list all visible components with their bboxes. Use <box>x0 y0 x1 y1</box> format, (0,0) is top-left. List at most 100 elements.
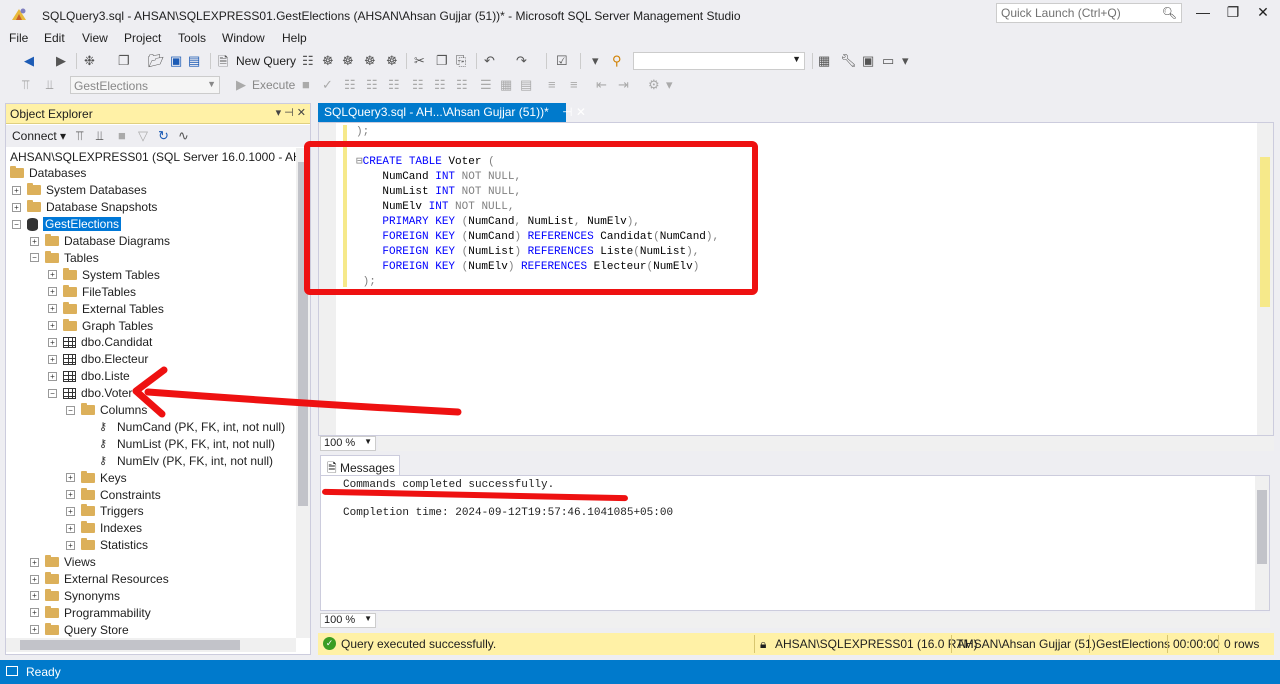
tree-item[interactable]: + Synonyms <box>30 587 120 604</box>
messages-horizontal-scrollbar[interactable] <box>378 613 1270 628</box>
new-project-icon[interactable]: ❉ <box>84 53 95 69</box>
object-explorer-horizontal-scrollbar[interactable] <box>6 638 296 652</box>
expand-icon[interactable]: + <box>48 321 57 330</box>
cancel-query-icon[interactable]: ■ <box>302 77 310 92</box>
comment-icon[interactable]: ≡ <box>548 77 556 92</box>
menu-tools[interactable]: Tools <box>178 31 206 45</box>
estimated-plan-icon[interactable]: ☷ <box>344 77 356 93</box>
results-to-text-icon[interactable]: ☰ <box>480 77 492 93</box>
execute-icon[interactable]: ▶ <box>236 77 246 93</box>
tree-item[interactable]: AHSAN\SQLEXPRESS01 (SQL Server 16.0.1000… <box>10 148 296 165</box>
tree-item[interactable]: + External Tables <box>48 300 164 317</box>
tree-item[interactable]: ⚷ NumElv (PK, FK, int, not null) <box>84 452 273 469</box>
toolbar-options-icon[interactable]: ▾ <box>902 53 909 69</box>
back-icon[interactable]: ◀ <box>24 53 34 69</box>
collapse-icon[interactable]: − <box>48 388 57 398</box>
tree-item[interactable]: − dbo.Voter <box>48 385 132 402</box>
dax-query-icon[interactable]: ☸ <box>386 53 398 69</box>
expand-icon[interactable]: + <box>30 608 39 618</box>
restore-button[interactable]: ❐ <box>1218 4 1248 24</box>
redo-icon[interactable]: ↷ <box>516 53 527 69</box>
save-icon[interactable]: ▣ <box>170 53 182 69</box>
tree-item[interactable]: + Programmability <box>30 604 151 621</box>
disconnect-plug-icon[interactable]: ⫫ <box>96 128 103 144</box>
intellisense-icon[interactable]: ☷ <box>388 77 400 93</box>
stop-icon[interactable]: ■ <box>118 128 126 143</box>
live-stats-icon[interactable]: ☷ <box>434 77 446 93</box>
connect-plug-icon[interactable]: ⫪ <box>76 128 83 144</box>
expand-icon[interactable]: + <box>30 591 39 601</box>
menu-file[interactable]: File <box>9 31 28 45</box>
client-stats-icon[interactable]: ☷ <box>456 77 468 93</box>
solution-explorer-icon[interactable]: ▦ <box>818 53 830 69</box>
expand-icon[interactable]: + <box>48 337 57 347</box>
panel-controls[interactable]: ▾ ⊣ ✕ <box>276 106 306 119</box>
tree-item[interactable]: − Tables <box>30 249 99 266</box>
mdx-query-icon[interactable]: ☸ <box>322 53 334 69</box>
command-window-icon[interactable]: ▭ <box>882 53 894 69</box>
tree-item[interactable]: + Triggers <box>66 503 144 520</box>
tree-item[interactable]: + Constraints <box>66 486 161 503</box>
expand-icon[interactable]: + <box>66 490 75 499</box>
expand-icon[interactable]: + <box>66 523 75 533</box>
collapse-icon[interactable]: − <box>30 253 39 263</box>
new-query-button[interactable]: New Query <box>236 54 296 68</box>
collapse-icon[interactable]: − <box>66 405 75 415</box>
uncomment-icon[interactable]: ≡ <box>570 77 578 92</box>
tree-item[interactable]: + FileTables <box>48 283 136 300</box>
actual-plan-icon[interactable]: ☷ <box>412 77 424 93</box>
quick-launch-input[interactable]: Quick Launch (Ctrl+Q) 🔍︎ <box>996 3 1182 23</box>
properties-icon[interactable]: 🔧︎ <box>840 53 857 69</box>
undo-icon[interactable]: ↶ <box>484 53 495 69</box>
tree-item[interactable]: + dbo.Candidat <box>48 334 152 351</box>
execute-button[interactable]: Execute <box>252 78 295 92</box>
menu-project[interactable]: Project <box>124 31 161 45</box>
tree-item[interactable]: + Views <box>30 554 96 571</box>
activity-icon[interactable]: ∿ <box>178 128 189 144</box>
tree-item[interactable]: ⚷ NumList (PK, FK, int, not null) <box>84 435 275 452</box>
tree-item[interactable]: Databases <box>10 165 86 182</box>
menu-view[interactable]: View <box>82 31 108 45</box>
query-options-icon[interactable]: ☷ <box>366 77 378 93</box>
forward-icon[interactable]: ▶ <box>56 53 66 69</box>
tab-controls[interactable]: ⊣ ✕ <box>562 105 586 119</box>
expand-icon[interactable]: + <box>48 371 57 381</box>
expand-icon[interactable]: + <box>30 236 39 246</box>
copy-icon[interactable]: ❐ <box>436 53 448 69</box>
disconnect-icon[interactable]: ⫫ <box>46 77 53 93</box>
cut-icon[interactable]: ✂ <box>414 53 425 69</box>
tree-item[interactable]: + Graph Tables <box>48 317 153 334</box>
specify-values-icon[interactable]: ⚙ <box>648 77 660 93</box>
collapse-icon[interactable]: − <box>12 219 21 229</box>
tree-item[interactable]: + Statistics <box>66 537 148 554</box>
editor-vertical-scrollbar[interactable] <box>1257 123 1273 435</box>
connect-icon[interactable]: ⫪ <box>22 77 29 93</box>
expand-icon[interactable]: + <box>48 354 57 364</box>
refresh-icon[interactable]: ↻ <box>158 128 169 144</box>
tree-item[interactable]: + System Tables <box>48 266 160 283</box>
expand-icon[interactable]: + <box>30 625 39 635</box>
tree-item[interactable]: − GestElections <box>12 216 122 233</box>
expand-icon[interactable]: + <box>66 473 75 483</box>
available-databases-combo[interactable]: GestElections ▼ <box>70 76 220 94</box>
tab-messages[interactable]: 🗎︎ Messages <box>320 455 400 475</box>
parse-icon[interactable]: ✓ <box>322 77 333 93</box>
xmla-query-icon[interactable]: ☸ <box>364 53 376 69</box>
expand-icon[interactable]: + <box>12 202 21 212</box>
expand-icon[interactable]: + <box>48 270 57 280</box>
tree-item[interactable]: + System Databases <box>12 182 147 199</box>
decrease-indent-icon[interactable]: ⇤ <box>596 77 607 93</box>
results-to-file-icon[interactable]: ▤ <box>520 77 532 93</box>
menu-window[interactable]: Window <box>222 31 265 45</box>
expand-icon[interactable]: + <box>66 540 75 550</box>
tree-item[interactable]: + External Resources <box>30 571 169 588</box>
add-item-icon[interactable]: ❐ <box>118 53 130 69</box>
new-query-icon[interactable]: 🗎︎ <box>218 53 228 75</box>
dropdown-icon[interactable]: ▾ <box>592 53 599 69</box>
expand-icon[interactable]: + <box>12 185 21 195</box>
tree-item[interactable]: + Database Snapshots <box>12 199 157 216</box>
tree-item[interactable]: + dbo.Liste <box>48 368 130 385</box>
close-window-button[interactable]: ✕ <box>1248 4 1278 24</box>
results-to-grid-icon[interactable]: ▦ <box>500 77 512 93</box>
tree-item[interactable]: + Database Diagrams <box>30 233 170 250</box>
